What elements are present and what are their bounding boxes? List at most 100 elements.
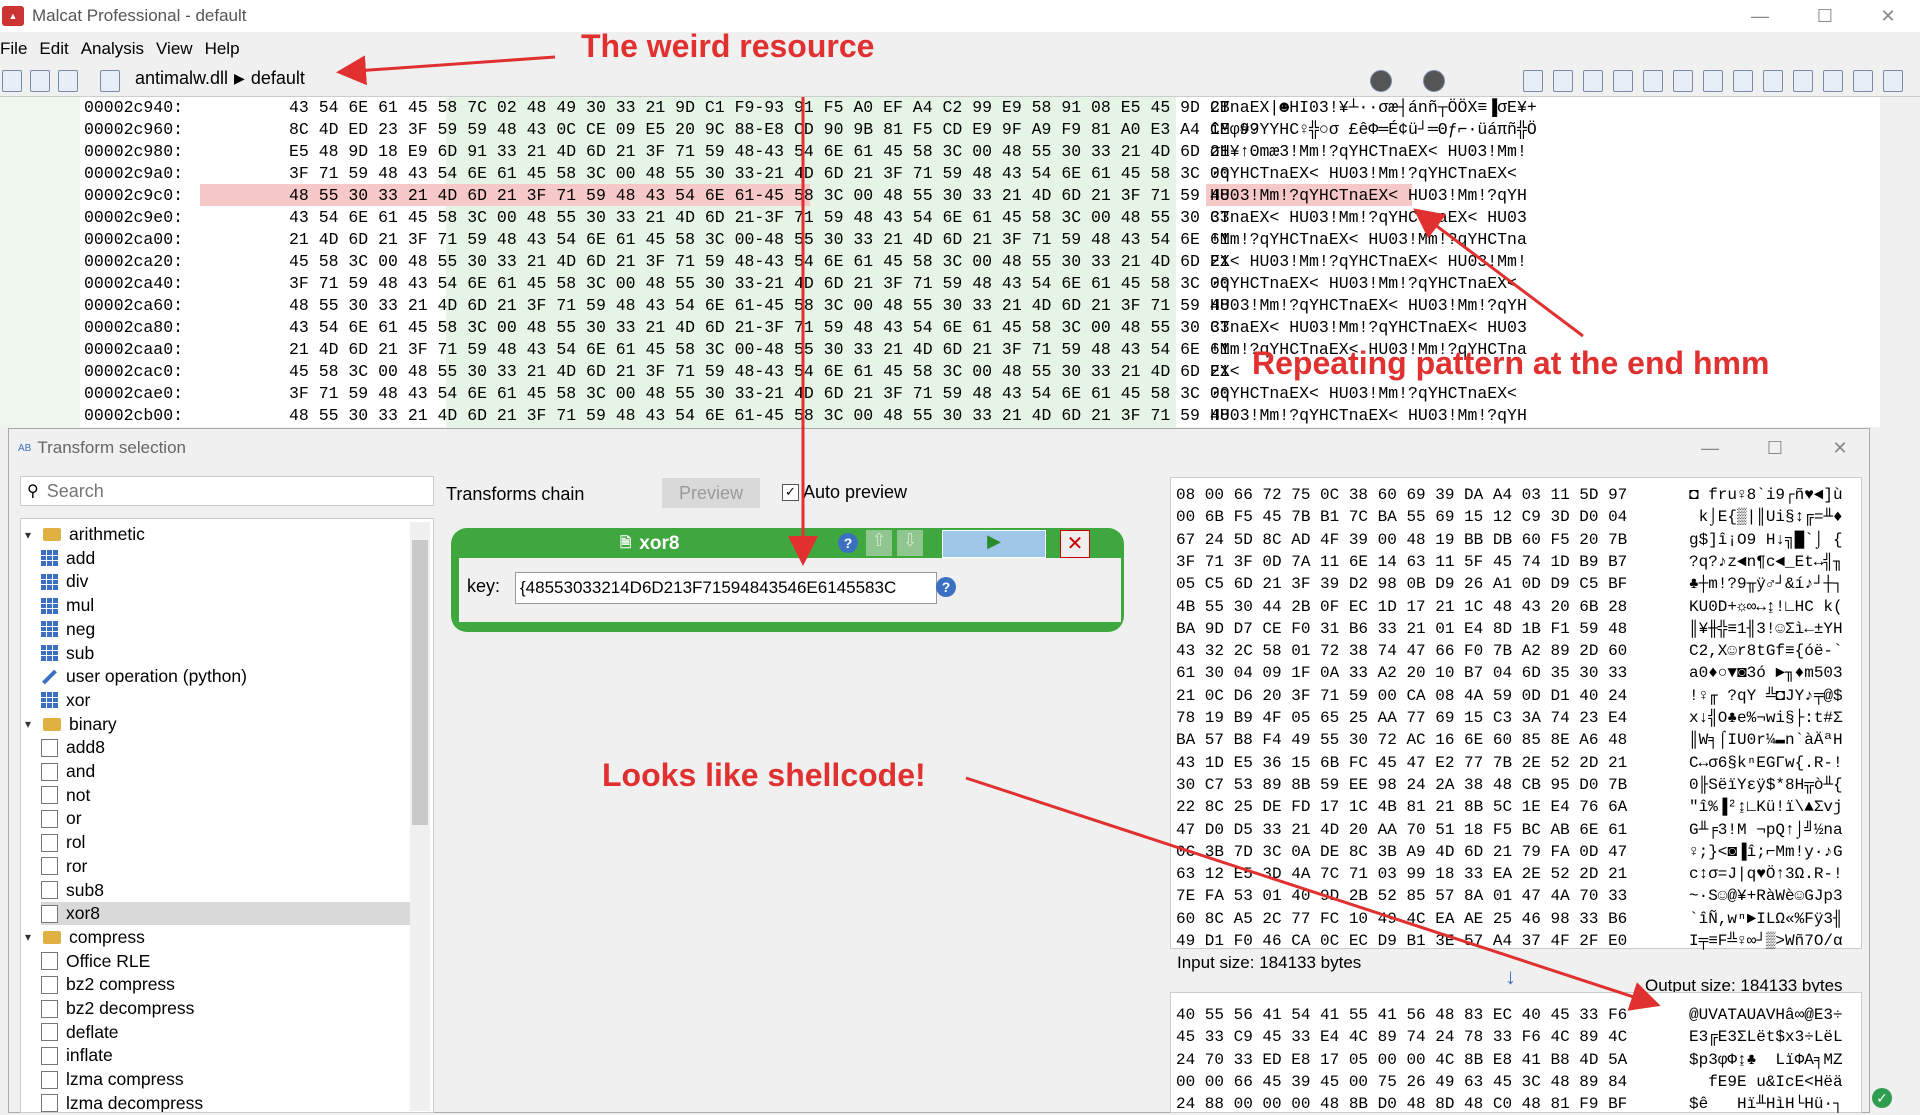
hex-bytes[interactable]: 43 54 6E 61 45 58 3C 00 48 55 30 33 21 4…	[289, 317, 1230, 339]
hex-ascii[interactable]: ?qYHCTnaEX< HU03!Mm!?qYHCTnaEX<	[1210, 163, 1517, 185]
run-transform-button[interactable]: ▶	[942, 530, 1046, 558]
preview-ascii[interactable]: I╤≡F╩♀∞┘▒>Wñ7O/α	[1689, 930, 1843, 952]
hex-row[interactable]: 00002ca00: 21 4D 6D 21 3F 71 59 48 43 54 …	[84, 229, 1527, 251]
view-icon-4[interactable]	[1613, 70, 1633, 92]
hex-ascii[interactable]: îMφ#?YYHC♀╬○σ £êΦ═É¢ü┘═Θƒ⌐·üáπñ╬Ö	[1210, 119, 1537, 141]
preview-ascii[interactable]: ♣┼m!?9╥ÿ♂┘&í♪┘┼┐	[1689, 573, 1843, 595]
preview-row[interactable]: 05 C5 6D 21 3F 39 D2 98 0B D9 26 A1 0D D…	[1176, 573, 1843, 595]
menu-analysis[interactable]: Analysis	[81, 39, 144, 59]
hex-ascii[interactable]: !Mm!?qYHCTnaEX< HU03!Mm!?qYHCTna	[1210, 229, 1527, 251]
tree-item-or[interactable]: or	[41, 807, 411, 830]
hex-ascii[interactable]: CTnaEX< HU03!Mm!?qYHCTnaEX< HU03	[1210, 317, 1527, 339]
preview-hex[interactable]: 60 8C A5 2C 77 FC 10 49 4C EA AE 25 46 9…	[1176, 910, 1627, 928]
hex-bytes[interactable]: 48 55 30 33 21 4D 6D 21 3F 71 59 48 43 5…	[289, 185, 1230, 207]
expand-caret-icon[interactable]: ▾	[25, 717, 39, 731]
preview-row[interactable]: 47 D0 D5 33 21 4D 20 AA 70 51 18 F5 BC A…	[1176, 819, 1843, 841]
tree-item-sub8[interactable]: sub8	[41, 879, 411, 902]
dialog-maximize-button[interactable]: ☐	[1745, 432, 1805, 464]
remove-transform-button[interactable]: ✕	[1060, 530, 1090, 558]
preview-row[interactable]: 21 0C D6 20 3F 71 59 00 CA 08 4A 59 0D D…	[1176, 685, 1843, 707]
hex-bytes[interactable]: 48 55 30 33 21 4D 6D 21 3F 71 59 48 43 5…	[289, 295, 1230, 317]
preview-ascii[interactable]: 0╟SëïYεÿ$*8H╦ò╨{	[1689, 774, 1843, 796]
search-input[interactable]	[44, 479, 409, 503]
hex-row[interactable]: 00002c9a0: 3F 71 59 48 43 54 6E 61 45 58 …	[84, 163, 1517, 185]
move-up-button[interactable]: ⇧	[866, 530, 892, 556]
tree-item-ror[interactable]: ror	[41, 855, 411, 878]
menu-view[interactable]: View	[156, 39, 193, 59]
hex-ascii[interactable]: EX< HU03!Mm!?qYHCTnaEX< HU03!Mm!	[1210, 251, 1527, 273]
tree-item-add[interactable]: add	[41, 547, 411, 570]
preview-hex[interactable]: BA 57 B8 F4 49 55 30 72 AC 16 6E 60 85 8…	[1176, 731, 1627, 749]
preview-row[interactable]: 63 12 E5 3D 4A 7C 71 03 99 18 33 EA 2E 5…	[1176, 863, 1843, 885]
tree-item-arithmetic[interactable]: ▾ arithmetic	[25, 523, 411, 546]
preview-hex[interactable]: 49 D1 F0 46 CA 0C EC D9 B1 3E 57 A4 37 4…	[1176, 932, 1627, 950]
preview-hex[interactable]: 00 6B F5 45 7B B1 7C BA 55 69 15 12 C9 3…	[1176, 508, 1627, 526]
preview-ascii[interactable]: $p3φΦ↨♣ LïΦA╕MZ	[1689, 1049, 1843, 1071]
view-icon-1[interactable]	[1523, 70, 1543, 92]
preview-ascii[interactable]: $ê Hï╨HìH└Hü∙┐	[1689, 1093, 1843, 1115]
new-file-icon[interactable]	[30, 70, 50, 92]
preview-row[interactable]: 61 30 04 09 1F 0A 33 A2 20 10 B7 04 6D 3…	[1176, 662, 1843, 684]
hex-bytes[interactable]: 3F 71 59 48 43 54 6E 61 45 58 3C 00 48 5…	[289, 273, 1230, 295]
preview-row[interactable]: 24 88 00 00 00 48 8B D0 48 8D 48 C0 48 8…	[1176, 1093, 1843, 1115]
hex-row[interactable]: 00002c940: 43 54 6E 61 45 58 7C 02 48 49 …	[84, 97, 1537, 119]
preview-ascii[interactable]: c↕σ=J|q♥Ö↑3Ω.R-!	[1689, 863, 1843, 885]
hex-bytes[interactable]: 8C 4D ED 23 3F 59 59 48 43 0C CE 09 E5 2…	[289, 119, 1259, 141]
nav-back-icon[interactable]	[1370, 70, 1392, 92]
hex-bytes[interactable]: 43 54 6E 61 45 58 3C 00 48 55 30 33 21 4…	[289, 207, 1230, 229]
hex-row[interactable]: 00002c9c0: 48 55 30 33 21 4D 6D 21 3F 71 …	[84, 185, 1527, 207]
tree-item-deflate[interactable]: deflate	[41, 1021, 411, 1044]
breadcrumb-page[interactable]: default	[251, 68, 305, 89]
text-view-icon[interactable]	[1763, 70, 1783, 92]
tree-item-div[interactable]: div	[41, 570, 411, 593]
tree-item-not[interactable]: not	[41, 784, 411, 807]
key-help-icon[interactable]: ?	[936, 577, 956, 597]
tree-item-rol[interactable]: rol	[41, 831, 411, 854]
help-icon[interactable]: ?	[838, 533, 858, 553]
tree-item-xor[interactable]: xor	[41, 689, 411, 712]
view-icon-2[interactable]	[1553, 70, 1573, 92]
hex-row[interactable]: 00002cac0: 45 58 3C 00 48 55 30 33 21 4D …	[84, 361, 1240, 383]
preview-row[interactable]: 22 8C 25 DE FD 17 1C 4B 81 21 8B 5C 1E E…	[1176, 796, 1843, 818]
preview-ascii[interactable]: ~·S☺@¥+RàWè☺GJp3	[1689, 885, 1843, 907]
copy-icon[interactable]	[100, 70, 120, 92]
preview-ascii[interactable]: !♀╓ ?qY ╩◘JY♪╤@$	[1689, 685, 1843, 707]
nav-forward-icon[interactable]	[1423, 70, 1445, 92]
preview-ascii[interactable]: ♀;}<◙▐î;⌐Mm!y·♪G	[1689, 841, 1843, 863]
preview-ascii[interactable]: ◘ fru♀8`i9┌ñ♥◄]ù	[1689, 484, 1843, 506]
hex-row[interactable]: 00002ca60: 48 55 30 33 21 4D 6D 21 3F 71 …	[84, 295, 1527, 317]
hex-bytes[interactable]: 45 58 3C 00 48 55 30 33 21 4D 6D 21 3F 7…	[289, 251, 1230, 273]
hex-bytes[interactable]: 3F 71 59 48 43 54 6E 61 45 58 3C 00 48 5…	[289, 163, 1230, 185]
view-icon-3[interactable]	[1583, 70, 1603, 92]
view-icon-11[interactable]	[1823, 70, 1843, 92]
tree-item-lzma-decompress[interactable]: lzma decompress	[41, 1092, 411, 1112]
hex-bytes[interactable]: 21 4D 6D 21 3F 71 59 48 43 54 6E 61 45 5…	[289, 339, 1230, 361]
preview-ascii[interactable]: x↓╣O♣e%¬wi§├:t#Σ	[1689, 707, 1843, 729]
maximize-button[interactable]: ☐	[1795, 0, 1855, 32]
preview-hex[interactable]: 24 88 00 00 00 48 8B D0 48 8D 48 C0 48 8…	[1176, 1095, 1627, 1113]
preview-ascii[interactable]: k⌡E{▒|║Ui§↕╔=╨♦	[1689, 506, 1843, 528]
hex-row[interactable]: 00002c960: 8C 4D ED 23 3F 59 59 48 43 0C …	[84, 119, 1537, 141]
preview-row[interactable]: 43 32 2C 58 01 72 38 74 47 66 F0 7B A2 8…	[1176, 640, 1843, 662]
preview-hex[interactable]: 24 70 33 ED E8 17 05 00 00 4C 8B E8 41 B…	[1176, 1051, 1627, 1069]
preview-row[interactable]: 4B 55 30 44 2B 0F EC 1D 17 21 1C 48 43 2…	[1176, 596, 1843, 618]
preview-hex[interactable]: 40 55 56 41 54 41 55 41 56 48 83 EC 40 4…	[1176, 1006, 1627, 1024]
expand-caret-icon[interactable]: ▾	[25, 528, 39, 542]
preview-ascii[interactable]: a0♦○▼◙3ó ►╖♦m503	[1689, 662, 1843, 684]
preview-hex[interactable]: 05 C5 6D 21 3F 39 D2 98 0B D9 26 A1 0D D…	[1176, 575, 1627, 593]
preview-ascii[interactable]: `îÑ,wⁿ►ILΩ«%Fÿ3╢	[1689, 908, 1843, 930]
view-icon-10[interactable]	[1793, 70, 1813, 92]
tree-item-bz2-compress[interactable]: bz2 compress	[41, 973, 411, 996]
preview-hex[interactable]: 43 32 2C 58 01 72 38 74 47 66 F0 7B A2 8…	[1176, 642, 1627, 660]
hex-bytes[interactable]: E5 48 9D 18 E9 6D 91 33 21 4D 6D 21 3F 7…	[289, 141, 1230, 163]
preview-row[interactable]: 08 00 66 72 75 0C 38 60 69 39 DA A4 03 1…	[1176, 484, 1843, 506]
preview-hex[interactable]: 78 19 B9 4F 05 65 25 AA 77 69 15 C3 3A 7…	[1176, 709, 1627, 727]
hex-row[interactable]: 00002ca80: 43 54 6E 61 45 58 3C 00 48 55 …	[84, 317, 1527, 339]
preview-ascii[interactable]: KU0D+☼∞↔↨!∟HC k(	[1689, 596, 1843, 618]
chart-view-icon[interactable]	[1853, 70, 1873, 92]
tree-item-bz2-decompress[interactable]: bz2 decompress	[41, 997, 411, 1020]
preview-row[interactable]: 40 55 56 41 54 41 55 41 56 48 83 EC 40 4…	[1176, 1004, 1843, 1026]
hex-row[interactable]: 00002ca20: 45 58 3C 00 48 55 30 33 21 4D …	[84, 251, 1527, 273]
preview-hex[interactable]: 45 33 C9 45 33 E4 4C 89 74 24 78 33 F6 4…	[1176, 1028, 1627, 1046]
hex-bytes[interactable]: 21 4D 6D 21 3F 71 59 48 43 54 6E 61 45 5…	[289, 229, 1230, 251]
